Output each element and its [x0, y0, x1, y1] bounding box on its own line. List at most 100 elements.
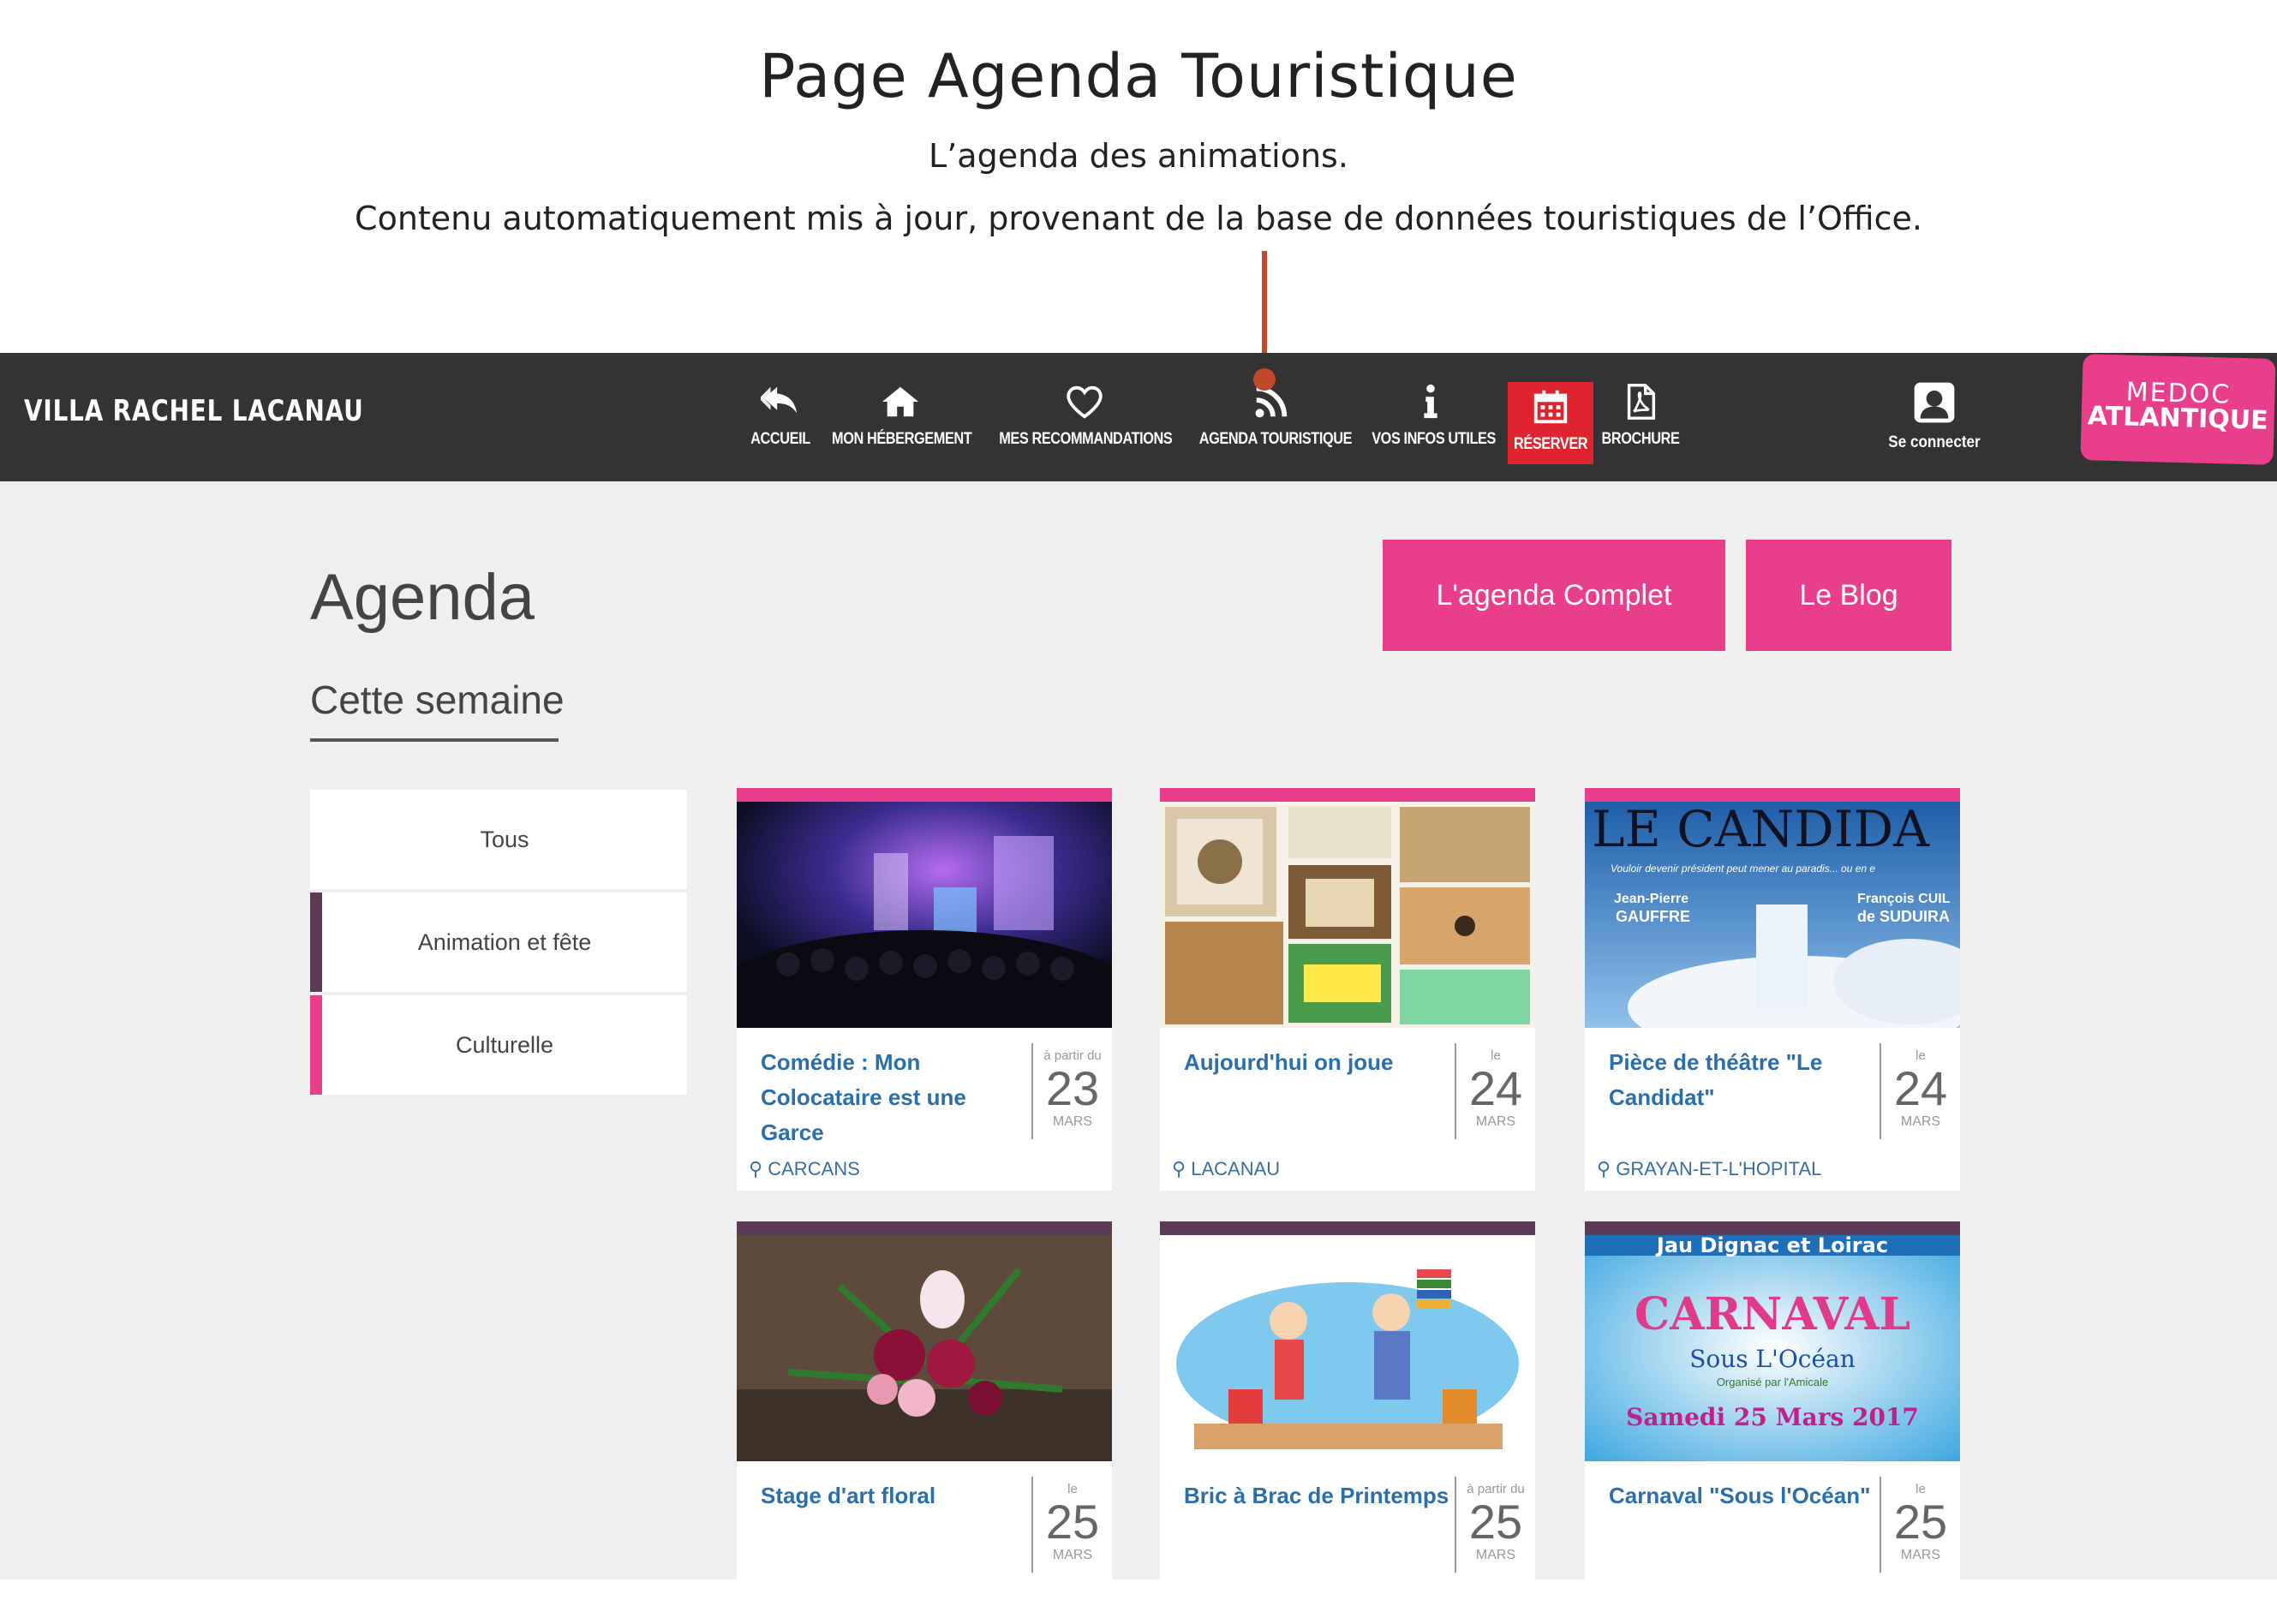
event-card[interactable]: LE CANDIDA Vouloir devenir président peu…	[1585, 788, 1960, 1191]
poster-title: LE CANDIDA	[1592, 802, 1930, 858]
agenda-complet-button[interactable]: L'agenda Complet	[1383, 540, 1725, 651]
event-image: Jau Dignac et Loirac CARNAVAL Sous L'Océ…	[1585, 1235, 1960, 1461]
event-date: le 25 MARS	[1880, 1477, 1960, 1573]
date-day: 24	[1468, 1061, 1523, 1115]
top-navbar: VILLA RACHEL LACANAU ACCUEIL MON HÉBERGE…	[0, 353, 2277, 481]
map-marker-icon: ⚲	[1172, 1158, 1186, 1179]
home-icon	[821, 382, 980, 425]
nav-item-label: MON HÉBERGEMENT	[832, 430, 972, 448]
nav-item-label: MES RECOMMANDATIONS	[999, 430, 1173, 448]
login-button[interactable]: Se connecter	[1866, 379, 2003, 452]
annotation-line-1: L’agenda des animations.	[929, 137, 1348, 175]
event-image: LE CANDIDA Vouloir devenir président peu…	[1585, 802, 1960, 1028]
nav-item-infos[interactable]: VOS INFOS UTILES	[1362, 377, 1499, 463]
card-category-bar	[1160, 788, 1535, 802]
svg-text:Samedi 25 Mars 2017: Samedi 25 Mars 2017	[1626, 1403, 1919, 1431]
nav-item-label: AGENDA TOURISTIQUE	[1198, 430, 1353, 448]
tab-cette-semaine[interactable]: Cette semaine	[310, 677, 565, 723]
location-label: GRAYAN-ET-L'HOPITAL	[1616, 1158, 1822, 1179]
nav-item-label: VOS INFOS UTILES	[1372, 430, 1496, 448]
event-location: ⚲ GRAYAN-ET-L'HOPITAL	[1597, 1158, 1821, 1180]
date-day: 25	[1045, 1495, 1100, 1549]
svg-text:Organisé par l'Amicale: Organisé par l'Amicale	[1717, 1376, 1828, 1388]
svg-text:Jean-Pierre: Jean-Pierre	[1614, 892, 1688, 906]
card-category-bar	[1585, 788, 1960, 802]
date-month: MARS	[1052, 1548, 1093, 1562]
location-label: CARCANS	[768, 1158, 860, 1179]
svg-text:CARNAVAL: CARNAVAL	[1635, 1288, 1910, 1340]
user-icon	[1866, 379, 2003, 427]
svg-text:Vouloir devenir président peut: Vouloir devenir président peut mener au …	[1611, 863, 1875, 875]
medoc-atlantique-logo[interactable]: MEDOC ATLANTIQUE	[2080, 354, 2276, 465]
heart-icon	[985, 382, 1184, 425]
event-card[interactable]: Comédie : Mon Colocataire est une Garce …	[737, 788, 1112, 1191]
event-date: à partir du 23 MARS	[1031, 1043, 1112, 1139]
main-content: Agenda Cette semaine L'agenda Complet Le…	[0, 481, 2277, 1624]
location-label: LACANAU	[1191, 1158, 1281, 1179]
svg-text:François CUIL: François CUIL	[1857, 892, 1951, 906]
date-day: 25	[1893, 1495, 1948, 1549]
event-title[interactable]: Comédie : Mon Colocataire est une Garce	[761, 1045, 1026, 1150]
date-day: 24	[1893, 1061, 1948, 1115]
category-filters: Tous Animation et fête Culturelle	[310, 790, 687, 1098]
nav-item-recommandations[interactable]: MES RECOMMANDATIONS	[985, 377, 1184, 463]
event-image	[737, 1235, 1112, 1461]
event-title[interactable]: Aujourd'hui on joue	[1184, 1045, 1449, 1080]
event-date: à partir du 25 MARS	[1455, 1477, 1535, 1573]
nav-item-reserver[interactable]: RÉSERVER	[1508, 382, 1593, 464]
svg-text:GAUFFRE: GAUFFRE	[1616, 908, 1690, 925]
pdf-icon	[1595, 382, 1686, 425]
event-image	[1160, 802, 1535, 1028]
event-card[interactable]: Bric à Brac de Printemps à partir du 25 …	[1160, 1221, 1535, 1624]
date-month: MARS	[1475, 1548, 1516, 1562]
nav-item-label: BROCHURE	[1601, 430, 1680, 448]
tab-underline	[310, 738, 559, 742]
nav-item-agenda[interactable]: AGENDA TOURISTIQUE	[1187, 377, 1355, 463]
svg-text:Sous L'Océan: Sous L'Océan	[1689, 1345, 1856, 1373]
login-label: Se connecter	[1888, 433, 1981, 451]
event-title[interactable]: Bric à Brac de Printemps	[1184, 1478, 1449, 1514]
event-card[interactable]: Aujourd'hui on joue le 24 MARS ⚲ LACANAU	[1160, 788, 1535, 1191]
event-date: le 25 MARS	[1031, 1477, 1112, 1573]
card-category-bar	[737, 788, 1112, 802]
rss-icon	[1187, 382, 1355, 425]
date-month: MARS	[1475, 1114, 1516, 1129]
annotation-pointer-dot	[1253, 368, 1276, 391]
event-title[interactable]: Pièce de théâtre "Le Candidat"	[1609, 1045, 1874, 1115]
svg-text:Jau Dignac et Loirac: Jau Dignac et Loirac	[1655, 1235, 1888, 1257]
calendar-icon	[1508, 387, 1593, 430]
nav-item-hebergement[interactable]: MON HÉBERGEMENT	[821, 377, 980, 463]
event-title[interactable]: Stage d'art floral	[761, 1478, 1026, 1514]
date-day: 25	[1468, 1495, 1523, 1549]
date-day: 23	[1045, 1061, 1100, 1115]
event-image	[737, 802, 1112, 1028]
nav-item-label: RÉSERVER	[1514, 435, 1588, 453]
nav-item-brochure[interactable]: BROCHURE	[1595, 377, 1686, 463]
date-month: MARS	[1900, 1548, 1941, 1562]
site-brand[interactable]: VILLA RACHEL LACANAU	[24, 394, 364, 428]
event-card[interactable]: Stage d'art floral le 25 MARS	[737, 1221, 1112, 1624]
filter-culturelle[interactable]: Culturelle	[310, 995, 687, 1095]
annotation-header: Page Agenda Touristique L’agenda des ani…	[0, 0, 2277, 373]
event-title[interactable]: Carnaval "Sous l'Océan"	[1609, 1478, 1874, 1514]
date-month: MARS	[1052, 1114, 1093, 1129]
event-date: le 24 MARS	[1880, 1043, 1960, 1139]
event-location: ⚲ LACANAU	[1172, 1158, 1280, 1180]
filter-animation-fete[interactable]: Animation et fête	[310, 893, 687, 992]
event-image	[1160, 1235, 1535, 1461]
event-date: le 24 MARS	[1455, 1043, 1535, 1139]
nav-item-label: ACCUEIL	[750, 430, 810, 448]
event-card[interactable]: Jau Dignac et Loirac CARNAVAL Sous L'Océ…	[1585, 1221, 1960, 1624]
blog-button[interactable]: Le Blog	[1746, 540, 1951, 651]
svg-text:de SUDUIRA: de SUDUIRA	[1857, 908, 1950, 925]
filter-tous[interactable]: Tous	[310, 790, 687, 889]
card-category-bar	[737, 1221, 1112, 1235]
map-marker-icon: ⚲	[1597, 1158, 1611, 1179]
logo-line-2: ATLANTIQUE	[2087, 401, 2269, 436]
page-title: Agenda	[310, 561, 535, 634]
map-marker-icon: ⚲	[749, 1158, 763, 1179]
card-category-bar	[1585, 1221, 1960, 1235]
annotation-title: Page Agenda Touristique	[759, 41, 1518, 111]
nav-item-accueil[interactable]: ACCUEIL	[744, 377, 817, 463]
date-month: MARS	[1900, 1114, 1941, 1129]
